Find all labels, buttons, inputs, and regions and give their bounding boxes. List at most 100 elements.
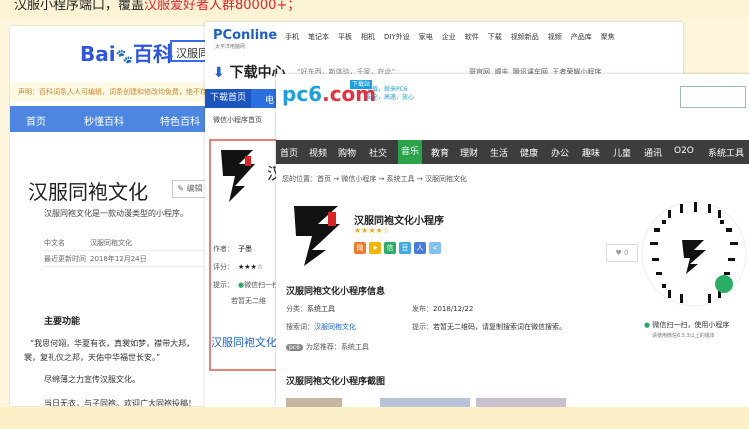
weibo-icon[interactable]: 微 [354, 242, 366, 254]
top-caption: 汉服小程序端口，覆盖汉服爱好者人群80000+； [0, 0, 749, 18]
like-button[interactable]: ♥ 0 [606, 244, 638, 262]
info-row: 搜索词：汉服同袍文化 [286, 322, 356, 332]
edit-label: 编辑 [186, 184, 203, 193]
info-key: 发布： [412, 305, 433, 313]
topnav-item[interactable]: 家电 [419, 33, 433, 41]
subnav-home[interactable]: 下载首页 [205, 89, 252, 108]
topnav-item[interactable]: 下载 [488, 33, 502, 41]
baike-logo[interactable]: Bai🐾百科 [80, 38, 173, 67]
nav-item-active[interactable]: 音乐 [398, 140, 423, 164]
nav-item[interactable]: 系统工具 [708, 146, 744, 159]
nav-item[interactable]: 视频 [309, 146, 327, 159]
topnav-item[interactable]: 企业 [442, 33, 456, 41]
nav-item[interactable]: 社交 [369, 146, 387, 159]
app-logo-icon [294, 206, 340, 266]
wechat-icon: ● [644, 321, 651, 329]
nav-item[interactable]: 趣味 [582, 146, 600, 159]
brand-sub: 太平洋电脑网 [215, 44, 246, 50]
top-nav: 手机 笔记本 平板 相机 DIY外设 家电 企业 软件 下载 视频新品 视频 产品库 聚焦 [285, 32, 624, 42]
qr-caption: ● 微信扫一扫，使用小程序 [644, 320, 729, 330]
info-key: 提示： [412, 323, 433, 331]
info-value[interactable]: 汉服同袍文化 [314, 323, 356, 331]
info-title: 汉服同袍文化小程序信息 [286, 287, 386, 297]
qr-note: 请使用微信6.5.3以上的版本 [652, 333, 715, 339]
nav-item[interactable]: O2O [674, 146, 694, 156]
paragraph: “我思何翊，华夏有衣，真裳如梦，襟带大邦， [30, 339, 195, 348]
recommend-value[interactable]: 系统工具 [341, 343, 369, 351]
rating-row: 评分： ★★★☆ [213, 262, 263, 272]
paw-icon: 🐾 [115, 49, 134, 65]
paragraph: 尽绵薄之力宣传汉服文化。 [44, 375, 140, 384]
topnav-item[interactable]: 软件 [465, 33, 479, 41]
caption-prefix: 汉服小程序端口，覆盖 [14, 0, 145, 13]
rating-stars: ★★★☆ [238, 263, 264, 271]
info-row: 发布：2018/12/22 [412, 304, 473, 314]
info-value: 系统工具 [307, 305, 335, 313]
screenshot-thumb[interactable] [380, 398, 470, 407]
topnav-item[interactable]: 平板 [338, 33, 352, 41]
section-title: 主要功能 [44, 317, 81, 327]
breadcrumb[interactable]: 您的位置：首页 → 微信小程序 → 系统工具 → 汉服同袍文化 [282, 174, 467, 184]
nav-item[interactable]: 教育 [431, 146, 449, 159]
rating-stars: ★★★★☆ [354, 226, 390, 235]
info-key: 最近更新时间 [44, 255, 86, 263]
douban-icon[interactable]: 豆 [399, 242, 411, 254]
logo-suffix: 百科 [133, 42, 174, 66]
qzone-icon[interactable]: ★ [369, 242, 381, 254]
recommend-label: 为您推荐： [305, 343, 341, 351]
edit-button[interactable]: ✎ 编辑 [172, 180, 208, 198]
brand-text: PConline [213, 28, 278, 43]
renren-icon[interactable]: 人 [414, 242, 426, 254]
screenshot-thumb[interactable] [476, 398, 566, 407]
nav-item[interactable]: 通讯 [644, 146, 662, 159]
app-logo-icon [221, 150, 255, 202]
pconline-logo[interactable]: PConline 太平洋电脑网 [213, 28, 278, 50]
side-key: 作者： [213, 245, 234, 253]
topnav-item[interactable]: 产品库 [571, 33, 592, 41]
info-value: 2018年12月24日 [90, 255, 147, 263]
like-count: 0 [624, 249, 629, 257]
qr-caption-text: 微信扫一扫，使用小程序 [652, 321, 730, 329]
subnav-item[interactable]: 电 [265, 93, 274, 106]
info-key: 分类： [286, 305, 307, 313]
side-key: 提示： [213, 281, 234, 289]
logo-text: pc6 [282, 82, 323, 106]
app-name: 汉服同袍文化小程序 [354, 216, 444, 227]
nav-item[interactable]: 首页 [280, 146, 298, 159]
nav-miaodong[interactable]: 秒懂百科 [84, 113, 124, 128]
wechat-icon[interactable]: 信 [384, 242, 396, 254]
nav-item[interactable]: 生活 [490, 146, 508, 159]
nav-tese[interactable]: 特色百科 [160, 113, 200, 128]
side-note: 若暂无二维 [231, 297, 266, 305]
share-icon[interactable]: < [429, 242, 441, 254]
pencil-icon: ✎ [177, 184, 185, 193]
summary: 汉服同袍文化是一款动漫类型的小程序。 [44, 209, 188, 218]
nav-item[interactable]: 购物 [338, 146, 356, 159]
pc6-pill: pc6 [286, 344, 303, 351]
screenshots-title: 汉服同袍文化小程序截图 [286, 377, 386, 387]
side-app-title[interactable]: 汉服同袍文化 [211, 334, 277, 350]
nav-item[interactable]: 办公 [551, 146, 569, 159]
nav-item[interactable]: 儿童 [613, 146, 631, 159]
info-key: 中文名 [44, 239, 65, 247]
download-center-title: ⬇ 下载中心 [213, 62, 286, 82]
breadcrumb[interactable]: 微信小程序首页 [213, 115, 262, 125]
nav-item[interactable]: 健康 [520, 146, 538, 159]
nav-home[interactable]: 首页 [26, 113, 46, 128]
nav-item[interactable]: 理财 [460, 146, 478, 159]
topnav-item[interactable]: 视频 [548, 33, 562, 41]
slogan-line: 下载，就来PC6 [366, 86, 408, 93]
topnav-item[interactable]: DIY外设 [384, 33, 410, 41]
topnav-item[interactable]: 视频新品 [511, 33, 539, 41]
category-nav: 首页 视频 购物 社交 音乐 教育 理财 生活 健康 办公 趣味 儿童 通讯 O… [276, 140, 749, 164]
info-row: 分类：系统工具 [286, 304, 335, 314]
recommend-row: pc6 为您推荐：系统工具 [286, 342, 369, 352]
topnav-item[interactable]: 聚焦 [601, 33, 615, 41]
tip-row: 提示： ●微信扫一扫 [213, 280, 279, 290]
topnav-item[interactable]: 手机 [285, 33, 299, 41]
screenshot-thumb[interactable] [286, 398, 342, 407]
search-input[interactable] [680, 86, 746, 108]
topnav-item[interactable]: 相机 [361, 33, 375, 41]
author-row: 作者： 子墨 [213, 244, 252, 254]
topnav-item[interactable]: 笔记本 [308, 33, 329, 41]
